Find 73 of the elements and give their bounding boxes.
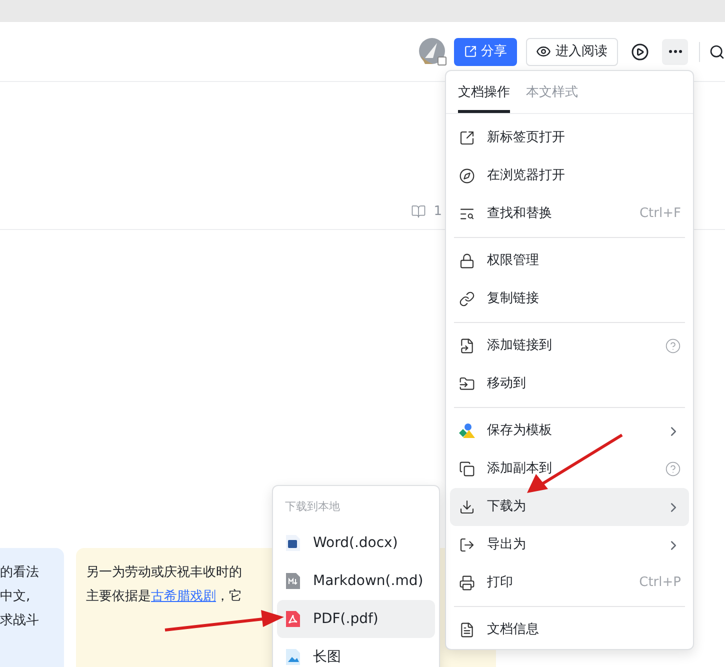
paragraph-text: 中文, — [0, 589, 30, 604]
image-file-icon — [285, 648, 301, 666]
compass-icon — [459, 168, 475, 184]
search-icon[interactable] — [709, 44, 725, 60]
menu-item[interactable]: 权限管理 — [450, 242, 689, 280]
reading-mode-button[interactable]: 进入阅读 — [526, 38, 618, 66]
menu-item[interactable]: 移动到 — [450, 365, 689, 403]
text-link[interactable]: 古希腊戏剧 — [151, 589, 216, 604]
paragraph-text: 另一为劳动或庆祝丰收时的 — [86, 565, 242, 580]
menu-item[interactable]: 添加链接到 — [450, 327, 689, 365]
file-link-icon — [459, 338, 475, 354]
document-icon — [459, 622, 475, 638]
search-icon — [459, 206, 475, 222]
export-icon — [459, 537, 475, 553]
lock-icon — [459, 253, 475, 269]
submenu-item[interactable]: PDF(.pdf) — [277, 600, 435, 638]
shortcut-text: Ctrl+P — [639, 574, 681, 592]
paragraph-text: 的看法 — [0, 565, 39, 580]
submenu-item[interactable]: Word(.docx) — [277, 524, 435, 562]
menu-item-label: 文档信息 — [487, 621, 540, 640]
menu-item[interactable]: 保存为模板 — [450, 412, 689, 450]
play-icon[interactable] — [631, 42, 649, 60]
shortcut-text: Ctrl+F — [639, 205, 681, 224]
submenu-item-label: PDF(.pdf) — [313, 610, 378, 628]
folder-icon — [459, 376, 475, 392]
submenu-item-label: 长图 — [313, 648, 341, 666]
menu-item[interactable]: 导出为 — [450, 526, 689, 564]
menu-item[interactable]: 在浏览器打开 — [450, 157, 689, 195]
menu-item[interactable]: 复制链接 — [450, 280, 689, 318]
menu-tab[interactable]: 文档操作 — [458, 82, 510, 113]
paragraph-text: ，它 — [216, 589, 242, 604]
link-icon — [459, 291, 475, 307]
shapes-icon — [458, 423, 476, 439]
menu-item-label: 复制链接 — [487, 290, 540, 308]
menu-item-label: 新标签页打开 — [487, 129, 566, 148]
menu-item-label: 下载为 — [487, 498, 527, 516]
download-icon — [459, 499, 475, 515]
more-icon — [668, 50, 682, 53]
menu-item-label: 移动到 — [487, 375, 527, 394]
submenu-item-label: Markdown(.md) — [313, 572, 424, 590]
menu-item-label: 在浏览器打开 — [487, 167, 566, 186]
menu-item-label: 添加副本到 — [487, 460, 553, 478]
pdf-file-icon — [285, 610, 301, 628]
menu-item[interactable]: 文档信息 — [450, 611, 689, 649]
avatar — [419, 38, 447, 66]
share-button[interactable]: 分享 — [454, 38, 517, 66]
submenu-title: 下载到本地 — [285, 498, 340, 515]
menu-item[interactable]: 添加副本到 — [450, 450, 689, 488]
menu-item-label: 导出为 — [487, 536, 527, 554]
external-link-icon — [459, 130, 475, 146]
printer-icon — [459, 575, 475, 591]
menu-item-label: 保存为模板 — [487, 422, 553, 440]
menu-item-label: 添加链接到 — [487, 337, 553, 356]
menu-item[interactable]: 下载为 — [450, 488, 689, 526]
book-icon — [410, 204, 426, 219]
copy-icon — [459, 461, 475, 477]
markdown-file-icon — [285, 572, 301, 590]
menu-item[interactable]: 查找和替换 Ctrl+F — [450, 195, 689, 233]
eye-icon — [536, 44, 552, 59]
more-button[interactable] — [662, 38, 688, 64]
submenu-item[interactable]: Markdown(.md) — [277, 562, 435, 600]
submenu-item-label: Word(.docx) — [313, 534, 398, 552]
menu-item[interactable]: 新标签页打开 — [450, 119, 689, 157]
reading-count: 1 — [434, 202, 442, 220]
paragraph-text: 主要依据是 — [86, 589, 151, 604]
word-file-icon — [285, 534, 301, 552]
menu-item-label: 打印 — [487, 574, 514, 592]
paragraph-text: 求战斗 — [0, 613, 39, 628]
menu-item-label: 查找和替换 — [487, 205, 553, 224]
menu-item[interactable]: 打印 Ctrl+P — [450, 564, 689, 602]
menu-item-label: 权限管理 — [487, 252, 540, 270]
share-icon — [464, 45, 477, 58]
submenu-item[interactable]: 长图 — [277, 638, 435, 667]
